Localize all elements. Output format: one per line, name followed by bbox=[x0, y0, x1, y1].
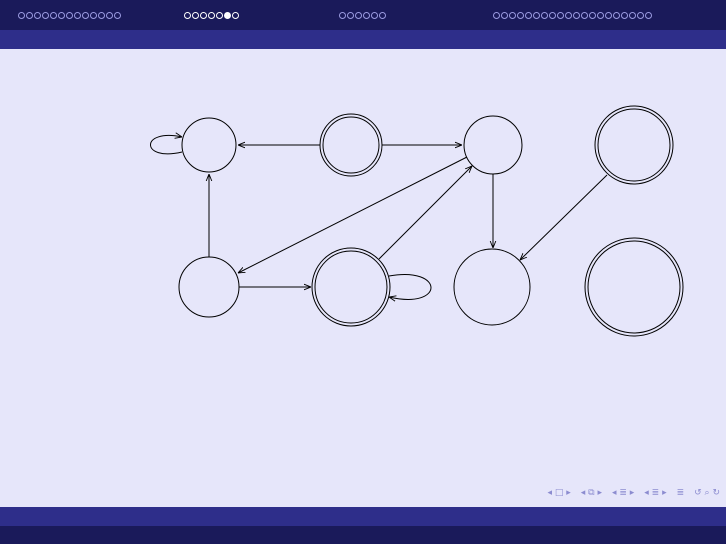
nav-dot[interactable] bbox=[355, 11, 362, 19]
nav-dot[interactable] bbox=[216, 11, 223, 19]
nav-dot[interactable] bbox=[192, 11, 199, 19]
state-s5 bbox=[178, 256, 240, 318]
nav-dot[interactable] bbox=[573, 11, 580, 19]
nav-dot[interactable] bbox=[106, 11, 113, 19]
nav-dot[interactable] bbox=[541, 11, 548, 19]
state-s6 bbox=[311, 247, 391, 327]
nav-dot[interactable] bbox=[363, 11, 370, 19]
footer-bar-upper bbox=[0, 507, 726, 526]
nav-dot[interactable] bbox=[597, 11, 604, 19]
nav-dot[interactable] bbox=[565, 11, 572, 19]
transition-s3-s5 bbox=[238, 156, 468, 273]
header-subtitle-bar bbox=[0, 30, 726, 49]
nav-dot[interactable] bbox=[200, 11, 207, 19]
nav-dot[interactable] bbox=[232, 11, 239, 19]
state-s8 bbox=[584, 237, 684, 337]
nav-dot[interactable] bbox=[613, 11, 620, 19]
nav-dot[interactable] bbox=[371, 11, 378, 19]
nav-dot[interactable] bbox=[58, 11, 65, 19]
transition-s6-s3 bbox=[378, 166, 472, 260]
nav-dot[interactable] bbox=[339, 11, 346, 19]
nav-dot[interactable] bbox=[501, 11, 508, 19]
nav-dot[interactable] bbox=[42, 11, 49, 19]
nav-dot[interactable] bbox=[589, 11, 596, 19]
nav-dot[interactable] bbox=[224, 11, 231, 19]
transition-s1-loop bbox=[150, 135, 183, 155]
nav-dot[interactable] bbox=[208, 11, 215, 19]
nav-dot[interactable] bbox=[533, 11, 540, 19]
state-s2 bbox=[319, 113, 383, 177]
nav-dot[interactable] bbox=[621, 11, 628, 19]
nav-dot[interactable] bbox=[509, 11, 516, 19]
nav-dot[interactable] bbox=[581, 11, 588, 19]
state-diagram bbox=[150, 105, 684, 337]
nav-dot[interactable] bbox=[184, 11, 191, 19]
nav-section-1[interactable] bbox=[18, 0, 121, 30]
header-navigation-bar bbox=[0, 0, 726, 30]
subsection-nav-icons[interactable]: ◂ ⧉ ▸ bbox=[581, 488, 602, 498]
nav-dot[interactable] bbox=[517, 11, 524, 19]
state-s4 bbox=[594, 105, 674, 185]
nav-dot[interactable] bbox=[114, 11, 121, 19]
nav-dot[interactable] bbox=[26, 11, 33, 19]
nav-dot[interactable] bbox=[493, 11, 500, 19]
state-s3 bbox=[463, 115, 523, 175]
nav-dot[interactable] bbox=[66, 11, 73, 19]
transition-s6-loop bbox=[389, 274, 432, 300]
frame-nav-icons[interactable]: ◂ □ ▸ bbox=[548, 488, 571, 498]
nav-dot[interactable] bbox=[629, 11, 636, 19]
nav-dot[interactable] bbox=[549, 11, 556, 19]
nav-dot[interactable] bbox=[74, 11, 81, 19]
nav-dot[interactable] bbox=[605, 11, 612, 19]
nav-dot[interactable] bbox=[82, 11, 89, 19]
nav-dot[interactable] bbox=[34, 11, 41, 19]
section-nav-icons[interactable]: ◂ ≣ ▸ bbox=[612, 488, 634, 498]
nav-dot[interactable] bbox=[637, 11, 644, 19]
footer-bar-lower bbox=[0, 526, 726, 544]
transition-s4-s7 bbox=[520, 174, 608, 260]
state-s7 bbox=[453, 248, 531, 326]
nav-section-4[interactable] bbox=[493, 0, 652, 30]
nav-dot[interactable] bbox=[557, 11, 564, 19]
search-icon[interactable]: ↺ ⌕ ↻ bbox=[694, 488, 720, 498]
nav-dot[interactable] bbox=[525, 11, 532, 19]
nav-dot[interactable] bbox=[98, 11, 105, 19]
nav-dot[interactable] bbox=[379, 11, 386, 19]
nav-dot[interactable] bbox=[645, 11, 652, 19]
nav-dot[interactable] bbox=[18, 11, 25, 19]
state-s1 bbox=[181, 117, 237, 173]
document-icon[interactable]: ≣ bbox=[677, 488, 685, 498]
subsubsection-nav-icons[interactable]: ◂ ≣ ▸ bbox=[644, 488, 666, 498]
nav-section-2[interactable] bbox=[184, 0, 239, 30]
nav-section-3[interactable] bbox=[339, 0, 386, 30]
nav-dot[interactable] bbox=[50, 11, 57, 19]
nav-dot[interactable] bbox=[90, 11, 97, 19]
slide-content bbox=[0, 49, 726, 507]
nav-dot[interactable] bbox=[347, 11, 354, 19]
beamer-navigation-controls: ◂ □ ▸ ◂ ⧉ ▸ ◂ ≣ ▸ ◂ ≣ ▸ ≣ ↺ ⌕ ↻ bbox=[548, 488, 720, 498]
